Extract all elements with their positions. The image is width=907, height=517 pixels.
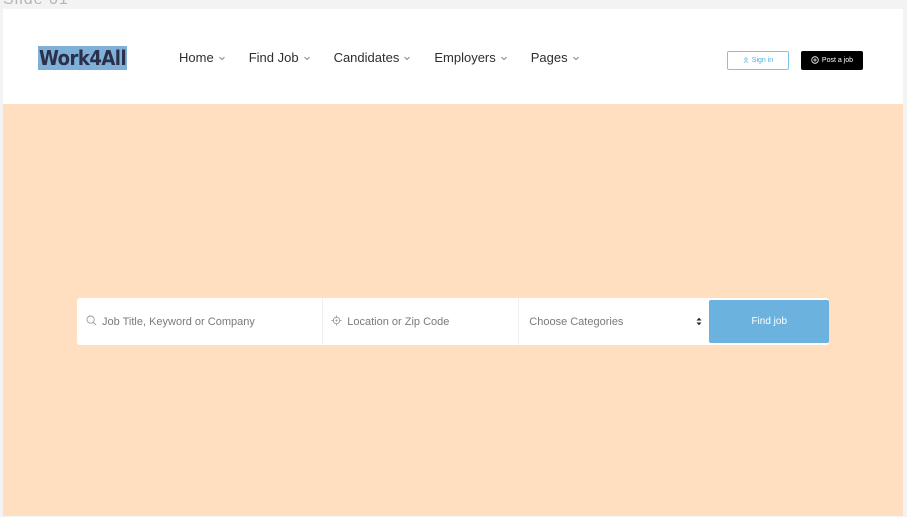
- nav-item-label: Pages: [530, 50, 568, 65]
- nav-item-employers[interactable]: Employers: [434, 50, 507, 65]
- nav-item-label: Home: [179, 50, 214, 65]
- nav-item-label: Employers: [434, 50, 496, 65]
- category-selected-value: Choose Categories: [529, 315, 624, 328]
- category-select[interactable]: Choose Categories: [519, 298, 709, 345]
- sign-in-button[interactable]: Sign in: [727, 51, 789, 70]
- nav-item-candidates[interactable]: Candidates: [334, 50, 412, 65]
- nav-item-label: Find Job: [248, 50, 299, 65]
- keyword-field: [77, 298, 324, 345]
- post-job-label: Post a job: [821, 57, 854, 64]
- find-job-button[interactable]: Find job: [709, 300, 830, 343]
- keyword-input[interactable]: [102, 315, 302, 328]
- post-job-button[interactable]: Post a job: [801, 51, 863, 70]
- chevron-down-icon: [572, 54, 580, 62]
- user-icon: [743, 56, 749, 65]
- plus-circle-icon: [811, 55, 819, 66]
- location-input[interactable]: [347, 315, 519, 328]
- brand-logo[interactable]: Work4All: [38, 46, 128, 70]
- chevron-down-icon: [303, 54, 311, 62]
- chevron-down-icon: [218, 54, 226, 62]
- nav-item-home[interactable]: Home: [179, 50, 226, 65]
- nav-item-label: Candidates: [333, 50, 400, 65]
- crosshair-icon: [331, 315, 342, 329]
- sort-arrows-icon: [696, 317, 702, 326]
- slide-caption: Slide 01: [3, 0, 69, 9]
- chevron-down-icon: [500, 54, 508, 62]
- job-search-form: Choose Categories Find job: [77, 298, 830, 345]
- main-nav: Home Find Job Candidates Employers Pages: [179, 50, 603, 65]
- site-header: Work4All Home Find Job Candidates Employ…: [3, 9, 903, 104]
- search-icon: [86, 315, 97, 329]
- chevron-down-icon: [403, 54, 411, 62]
- location-field: [323, 298, 520, 345]
- nav-item-find-job[interactable]: Find Job: [249, 50, 311, 65]
- sign-in-label: Sign in: [751, 57, 774, 64]
- hero-section: Choose Categories Find job: [3, 104, 903, 516]
- nav-item-pages[interactable]: Pages: [531, 50, 580, 65]
- page-frame: Work4All Home Find Job Candidates Employ…: [3, 9, 903, 516]
